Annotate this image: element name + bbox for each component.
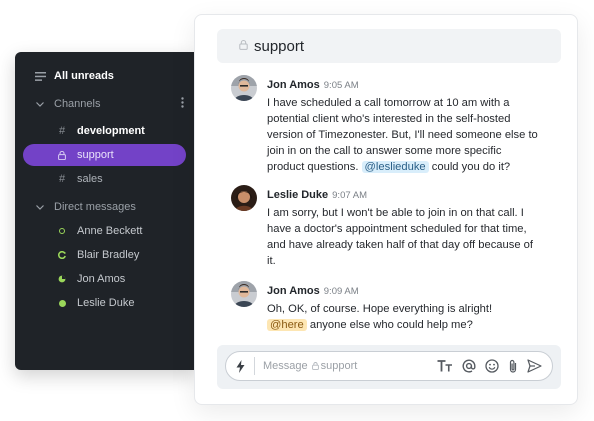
- message-line: version of Timezonester. But, I'll need …: [267, 129, 538, 141]
- message-composer: Message support: [225, 351, 553, 381]
- message-line: I am sorry, but I won't be able to join …: [267, 207, 524, 219]
- composer-tools: [437, 359, 542, 374]
- hash-icon: #: [58, 125, 66, 137]
- message-input[interactable]: Message support: [263, 360, 437, 372]
- emoji-icon[interactable]: [485, 359, 499, 373]
- send-icon[interactable]: [527, 359, 542, 373]
- timestamp: 9:09 AM: [323, 286, 359, 297]
- here-mention[interactable]: @here: [267, 319, 307, 331]
- avatar[interactable]: [231, 75, 257, 101]
- dm-name: Anne Beckett: [77, 225, 143, 237]
- channel-name: support: [77, 149, 114, 161]
- lock-icon: [311, 362, 319, 370]
- lightning-icon[interactable]: [226, 359, 254, 373]
- message-text: I have scheduled a call tomorrow at 10 a…: [267, 95, 557, 175]
- hash-icon: #: [58, 173, 66, 185]
- message-line: potential client who's interested in the…: [267, 113, 511, 125]
- channel-header: support: [217, 29, 561, 63]
- chevron-down-icon: [33, 204, 47, 210]
- list-icon: [33, 71, 47, 81]
- message-text: Oh, OK, of course. Hope everything is al…: [267, 301, 557, 333]
- channels-label: Channels: [54, 98, 101, 110]
- message-fragment: product questions.: [267, 161, 359, 173]
- status-away-icon: [55, 228, 69, 234]
- mention-icon[interactable]: [462, 359, 476, 373]
- dm-name: Blair Bradley: [77, 249, 140, 261]
- message-line: Oh, OK, of course. Hope everything is al…: [267, 303, 493, 315]
- author-name[interactable]: Leslie Duke: [267, 189, 328, 201]
- sidebar-item-anne-beckett[interactable]: Anne Beckett: [55, 220, 195, 242]
- chevron-down-icon: [33, 101, 47, 107]
- attachment-icon[interactable]: [508, 359, 518, 374]
- chat-panel: support Jon Amos 9:05 AM I have scheduled…: [194, 14, 578, 405]
- input-channel: support: [320, 360, 358, 372]
- avatar[interactable]: [231, 185, 257, 211]
- message-line: I have scheduled a call tomorrow at 10 a…: [267, 97, 510, 109]
- author-name[interactable]: Jon Amos: [267, 79, 320, 91]
- dm-name: Jon Amos: [77, 273, 126, 285]
- sidebar-item-leslie-duke[interactable]: Leslie Duke: [55, 292, 195, 314]
- composer-divider: [254, 357, 255, 375]
- timestamp: 9:05 AM: [323, 80, 359, 91]
- channels-menu-icon[interactable]: [181, 97, 184, 111]
- message-line: @here anyone else who could help me?: [267, 317, 557, 333]
- all-unreads-label: All unreads: [54, 70, 114, 82]
- input-placeholder: Message: [263, 360, 308, 372]
- message-text: I am sorry, but I won't be able to join …: [267, 205, 557, 269]
- status-partial-icon: [55, 251, 69, 259]
- direct-messages-section-header[interactable]: Direct messages: [33, 196, 193, 218]
- channel-name: sales: [77, 173, 103, 185]
- channels-section-header[interactable]: Channels: [33, 93, 196, 115]
- status-partial-icon: [55, 275, 69, 283]
- timestamp: 9:07 AM: [332, 190, 367, 201]
- sidebar-item-support[interactable]: support: [55, 144, 195, 166]
- dm-name: Leslie Duke: [77, 297, 135, 309]
- message-line: it.: [267, 255, 276, 267]
- direct-messages-label: Direct messages: [54, 201, 136, 213]
- lock-icon: [239, 39, 248, 53]
- message-line: and have already taken half of that day …: [267, 239, 533, 251]
- channel-name: development: [77, 125, 145, 137]
- message-line: join in on the call to answer some more …: [267, 145, 502, 157]
- avatar[interactable]: [231, 281, 257, 307]
- message-fragment: could you do it?: [431, 161, 511, 173]
- message-line: product questions. @leslieduke could you…: [267, 159, 557, 175]
- sidebar-item-development[interactable]: # development: [55, 120, 195, 142]
- status-online-icon: [55, 299, 69, 307]
- message-line: have a doctor's appointment scheduled fo…: [267, 223, 527, 235]
- channel-title: support: [254, 37, 305, 55]
- text-format-icon[interactable]: [437, 360, 453, 372]
- all-unreads-item[interactable]: All unreads: [33, 65, 193, 87]
- author-name[interactable]: Jon Amos: [267, 285, 320, 297]
- sidebar-item-jon-amos[interactable]: Jon Amos: [55, 268, 195, 290]
- composer-area: Message support: [217, 345, 561, 389]
- user-mention[interactable]: @leslieduke: [361, 161, 429, 173]
- message-fragment: anyone else who could help me?: [309, 319, 473, 331]
- sidebar-item-blair-bradley[interactable]: Blair Bradley: [55, 244, 195, 266]
- sidebar-item-sales[interactable]: # sales: [55, 168, 195, 190]
- sidebar: All unreads Channels # development suppo…: [15, 52, 196, 370]
- lock-icon: [55, 150, 69, 160]
